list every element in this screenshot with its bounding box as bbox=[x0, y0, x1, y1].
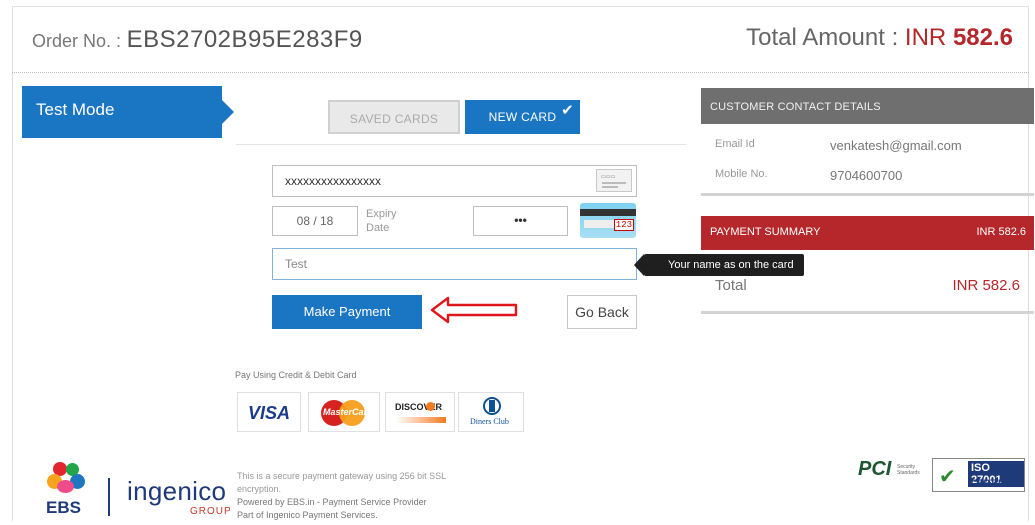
iso-certified-badge: ✔ ISO 27001 CERTIFIED bbox=[932, 458, 1025, 492]
cvv-input[interactable]: ••• bbox=[473, 206, 568, 236]
customer-contact-panel: CUSTOMER CONTACT DETAILS Email Id venkat… bbox=[701, 88, 1034, 196]
cvv-hint-code: 123 bbox=[613, 219, 634, 231]
mastercard-logo: MasterCard bbox=[308, 392, 380, 432]
total-currency: INR bbox=[904, 24, 947, 51]
mobile-label: Mobile No. bbox=[715, 168, 768, 180]
header-divider bbox=[12, 72, 1029, 73]
footer-logo-divider bbox=[108, 478, 110, 516]
summary-total-label: Total bbox=[715, 277, 747, 294]
card-number-input[interactable]: xxxxxxxxxxxxxxxx bbox=[272, 165, 637, 197]
ebs-logo: EBS bbox=[44, 460, 94, 520]
make-payment-button[interactable]: Make Payment bbox=[272, 295, 422, 329]
go-back-button[interactable]: Go Back bbox=[567, 295, 637, 329]
tab-new-card-label: NEW CARD bbox=[488, 110, 557, 124]
expiry-date-input[interactable]: 08 / 18 bbox=[272, 206, 358, 236]
pci-logo-subtext: Security Standards bbox=[897, 464, 920, 476]
pay-using-caption: Pay Using Credit & Debit Card bbox=[235, 370, 357, 380]
visa-logo-text: VISA bbox=[247, 403, 290, 423]
tab-new-card[interactable]: NEW CARD ✔ bbox=[465, 100, 580, 134]
email-label: Email Id bbox=[715, 138, 755, 150]
expiry-date-label: Expiry Date bbox=[366, 207, 397, 235]
iso-badge-subtitle: CERTIFIED bbox=[971, 478, 1019, 488]
footer-line-4: Part of Ingenico Payment Services. bbox=[237, 510, 378, 520]
total-amount-value: 582.6 bbox=[952, 24, 1013, 51]
order-label: Order No. : bbox=[32, 31, 122, 51]
visa-logo: VISA bbox=[237, 392, 301, 432]
tab-saved-cards[interactable]: SAVED CARDS bbox=[328, 100, 460, 134]
email-value: venkatesh@gmail.com bbox=[830, 138, 962, 153]
footer-line-1: This is a secure payment gateway using 2… bbox=[237, 471, 447, 481]
pci-logo: PCI Security Standards bbox=[858, 458, 926, 490]
payment-summary-title: PAYMENT SUMMARY bbox=[710, 226, 821, 238]
total-amount-label: Total Amount : bbox=[746, 24, 899, 51]
footer-line-2: encryption. bbox=[237, 484, 282, 494]
diners-logo-text: Diners Club bbox=[470, 417, 509, 426]
ingenico-logo: ingenico bbox=[127, 476, 227, 506]
mastercard-logo-text: MasterCard bbox=[323, 407, 373, 417]
footer-security-text: This is a secure payment gateway using 2… bbox=[237, 470, 487, 522]
order-number: EBS2702B95E283F9 bbox=[126, 26, 363, 53]
card-back-cvv-icon: 123 bbox=[580, 203, 636, 238]
checkmark-icon: ✔ bbox=[939, 466, 956, 488]
red-arrow-icon bbox=[430, 296, 518, 324]
order-number-heading: Order No. : EBS2702B95E283F9 bbox=[32, 26, 363, 54]
ingenico-group-text: GROUP bbox=[190, 506, 232, 517]
footer-line-3: Powered by EBS.in - Payment Service Prov… bbox=[237, 497, 427, 507]
expiry-label-line2: Date bbox=[366, 222, 390, 234]
tabs-divider bbox=[236, 144, 686, 145]
ebs-logo-text: EBS bbox=[46, 498, 81, 517]
expiry-label-line1: Expiry bbox=[366, 208, 397, 220]
total-amount-heading: Total Amount : INR 582.6 bbox=[746, 24, 1013, 52]
payment-summary-header: PAYMENT SUMMARY INR 582.6 bbox=[701, 216, 1034, 250]
credit-card-icon: ▭▭▭ bbox=[596, 169, 632, 192]
card-holder-name-input[interactable]: Test bbox=[272, 248, 637, 280]
contact-panel-title: CUSTOMER CONTACT DETAILS bbox=[701, 88, 1034, 124]
mobile-value: 9704600700 bbox=[830, 168, 903, 183]
summary-total-value: INR 582.6 bbox=[952, 277, 1020, 294]
pci-logo-text: PCI bbox=[858, 458, 892, 480]
diners-club-logo: Diners Club bbox=[458, 392, 524, 432]
test-mode-banner: Test Mode bbox=[22, 86, 234, 138]
payment-summary-header-amount: INR 582.6 bbox=[976, 226, 1026, 238]
payment-summary-panel: PAYMENT SUMMARY INR 582.6 Total INR 582.… bbox=[701, 216, 1034, 314]
discover-logo: DISCOVER bbox=[385, 392, 455, 432]
pci-sub-line2: Standards bbox=[897, 470, 920, 476]
check-icon: ✔ bbox=[561, 102, 574, 119]
